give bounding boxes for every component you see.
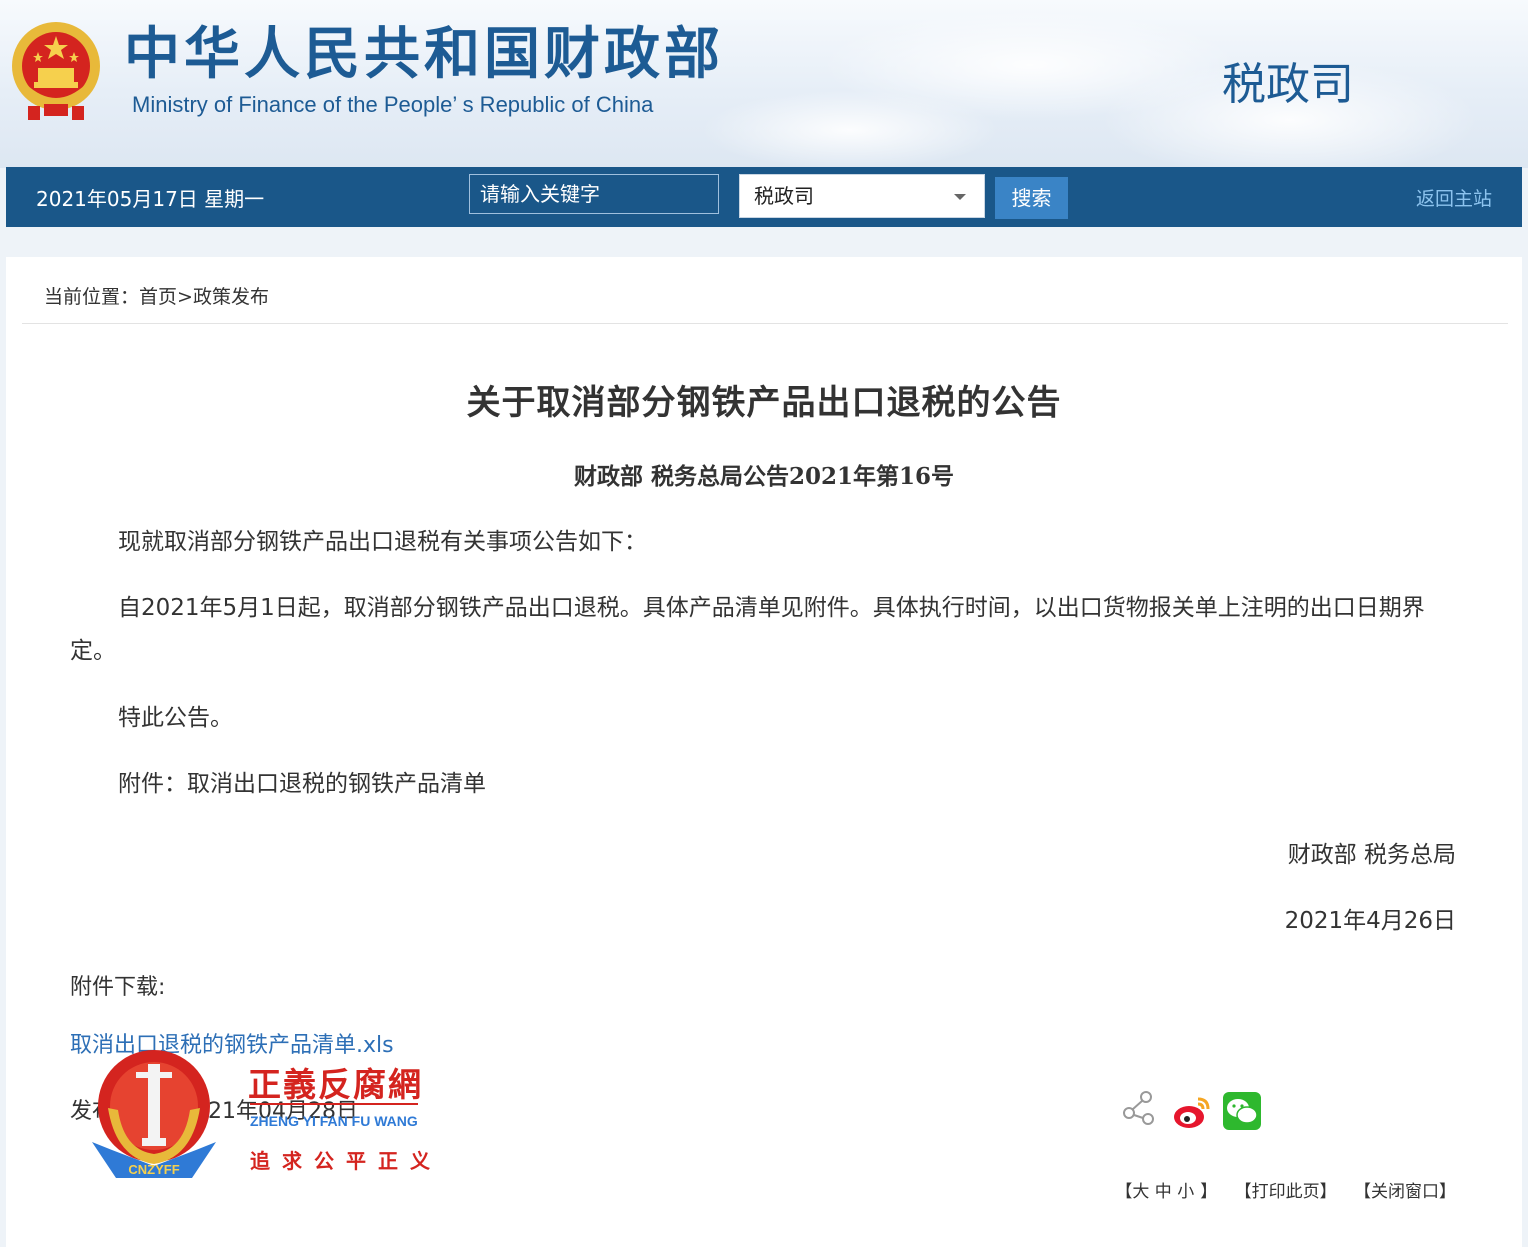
article-paragraph: 自2021年5月1日起，取消部分钢铁产品出口退税。具体产品清单见附件。具体执行时…: [70, 595, 1425, 664]
wechat-icon[interactable]: [1222, 1091, 1262, 1131]
breadcrumb-section-link[interactable]: 政策发布: [193, 286, 269, 308]
search-input[interactable]: [469, 174, 719, 214]
share-icon[interactable]: [1120, 1089, 1160, 1129]
article-title: 关于取消部分钢铁产品出口退税的公告: [466, 383, 1062, 423]
watermark-name-cn: 正義反腐網: [248, 1065, 423, 1104]
content-panel: 当前位置：首页>政策发布 关于取消部分钢铁产品出口退税的公告 财政部 税务总局公…: [6, 257, 1522, 1247]
watermark-slogan: 追求公平正义: [250, 1149, 442, 1173]
font-size-close-bracket: 】: [1200, 1182, 1218, 1202]
font-size-small[interactable]: 小: [1177, 1182, 1194, 1202]
current-date: 2021年05月17日 星期一: [36, 187, 265, 211]
breadcrumb-prefix: 当前位置：: [44, 286, 140, 308]
breadcrumb: 当前位置：首页>政策发布: [44, 282, 269, 309]
font-size-large[interactable]: 大: [1132, 1182, 1149, 1202]
department-name: 税政司: [1222, 59, 1354, 110]
share-icons: [1120, 1087, 1262, 1139]
site-title: 中华人民共和国财政部: [124, 22, 724, 87]
search-scope-select[interactable]: 税政司: [739, 174, 985, 218]
search-scope-value: 税政司: [754, 184, 814, 208]
print-page-link[interactable]: 【打印此页】: [1235, 1182, 1337, 1202]
article-sign-date: 2021年4月26日: [1284, 908, 1456, 934]
close-window-link[interactable]: 【关闭窗口】: [1354, 1182, 1456, 1202]
attachment-label: 附件下载:: [70, 975, 166, 1000]
article-paragraph: 现就取消部分钢铁产品出口退税有关事项公告如下：: [118, 529, 647, 555]
watermark-badge-text: CNZYFF: [128, 1162, 179, 1177]
national-emblem-icon: [12, 22, 100, 120]
chevron-down-icon: [954, 194, 966, 200]
font-size-open-bracket: 【: [1115, 1182, 1133, 1202]
top-navbar: 2021年05月17日 星期一 税政司 搜索 返回主站: [6, 167, 1522, 227]
breadcrumb-divider: [22, 323, 1508, 324]
site-subtitle: Ministry of Finance of the People’ s Rep…: [132, 92, 654, 117]
article-paragraph: 特此公告。: [118, 705, 233, 731]
weibo-icon[interactable]: [1172, 1093, 1212, 1133]
home-link[interactable]: 返回主站: [1416, 184, 1492, 211]
document-number: 财政部 税务总局公告2021年第16号: [573, 463, 955, 490]
article-signer: 财政部 税务总局: [1287, 842, 1456, 868]
watermark-badge-logo: CNZYFF: [92, 1050, 216, 1178]
page-tools: 【大 中 小】 【打印此页】 【关闭窗口】: [1115, 1177, 1456, 1202]
breadcrumb-separator: >: [177, 286, 193, 308]
site-header: 中华人民共和国财政部 Ministry of Finance of the Pe…: [0, 0, 1528, 168]
search-button[interactable]: 搜索: [995, 177, 1068, 219]
font-size-medium[interactable]: 中: [1155, 1182, 1172, 1202]
article-paragraph: 附件：取消出口退税的钢铁产品清单: [118, 771, 486, 797]
breadcrumb-home-link[interactable]: 首页: [139, 286, 177, 308]
watermark-name-en: ZHENG YI FAN FU WANG: [250, 1113, 418, 1129]
watermark-divider: [250, 1103, 418, 1105]
